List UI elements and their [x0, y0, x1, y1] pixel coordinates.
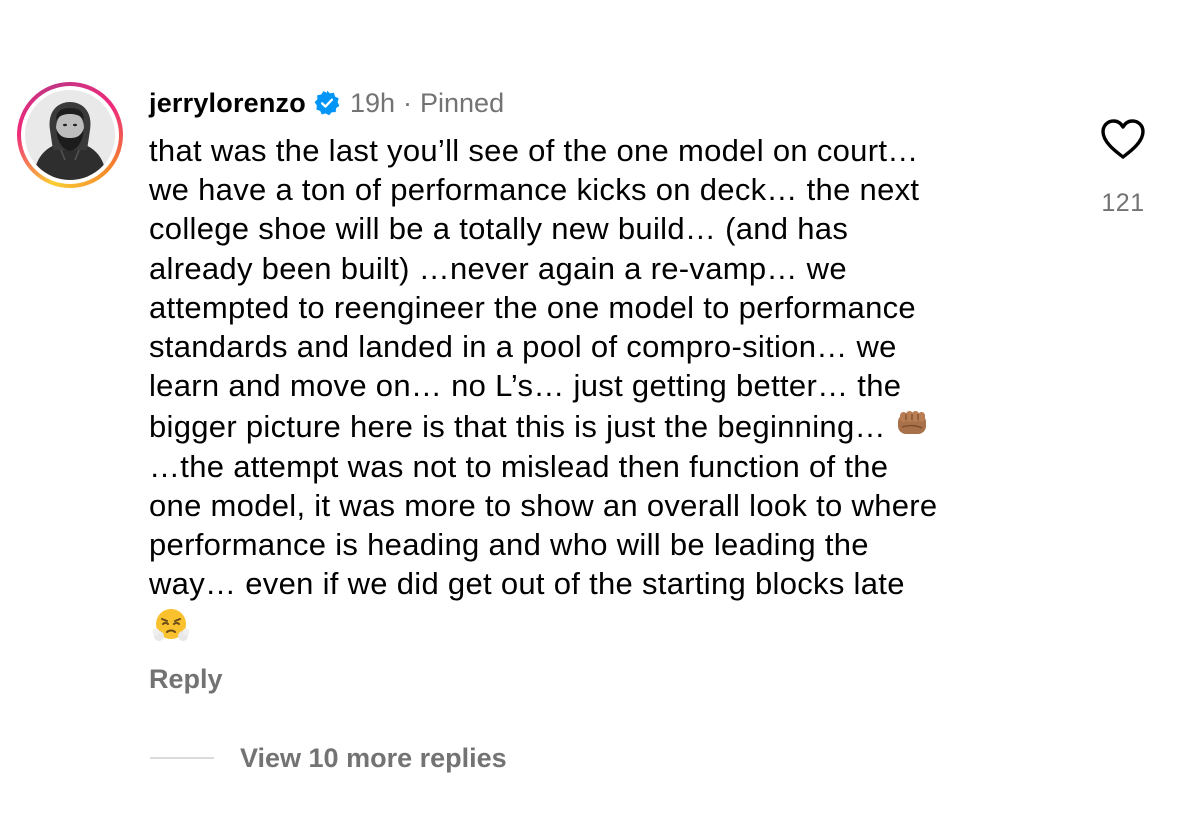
- comment-line: already been built) …never again a re-va…: [149, 250, 847, 286]
- face-with-steam-from-nose-emoji: [151, 605, 191, 645]
- comment-line: performance is heading and who will be l…: [149, 527, 869, 563]
- comment-line: we have a ton of performance kicks on de…: [149, 172, 920, 208]
- view-replies-label: View 10 more replies: [240, 743, 507, 773]
- reply-button[interactable]: Reply: [149, 662, 223, 696]
- comment-line: …the attempt was not to mislead then fun…: [149, 448, 889, 484]
- avatar-story-ring[interactable]: [17, 82, 123, 188]
- username[interactable]: jerrylorenzo: [149, 86, 306, 120]
- comment-line: college shoe will be a totally new build…: [149, 211, 849, 247]
- replies-divider-line: [150, 757, 214, 759]
- comment-line: that was the last you’ll see of the one …: [149, 133, 919, 168]
- comment: jerrylorenzo 19h · Pinned that was the l…: [0, 0, 1200, 840]
- comment-line: way… even if we did get out of the start…: [149, 566, 905, 602]
- comment-text: that was the last you’ll see of the one …: [149, 131, 1049, 645]
- pinned-label: Pinned: [420, 88, 505, 118]
- verified-badge-icon: [314, 90, 340, 116]
- heart-outline-icon[interactable]: [1100, 118, 1146, 160]
- view-more-replies-button[interactable]: View 10 more replies: [150, 740, 507, 776]
- like-count: 121: [1101, 189, 1145, 217]
- oncoming-fist-emoji: [894, 405, 930, 441]
- comment-line: one model, it was more to show an overal…: [149, 487, 938, 523]
- comment-line: learn and move on… no L’s… just getting …: [149, 368, 902, 404]
- comment-header: jerrylorenzo 19h · Pinned: [149, 86, 504, 120]
- like-area: 121: [1093, 118, 1153, 218]
- avatar-photo: [25, 90, 115, 180]
- comment-line: attempted to reengineer the one model to…: [149, 289, 916, 325]
- avatar: [25, 90, 115, 180]
- comment-line: standards and landed in a pool of compro…: [149, 329, 897, 365]
- avatar-ring-gap: [21, 86, 119, 184]
- comment-timestamp: 19h: [349, 88, 396, 118]
- comment-line: bigger picture here is that this is just…: [149, 409, 886, 445]
- meta-separator: ·: [403, 88, 413, 118]
